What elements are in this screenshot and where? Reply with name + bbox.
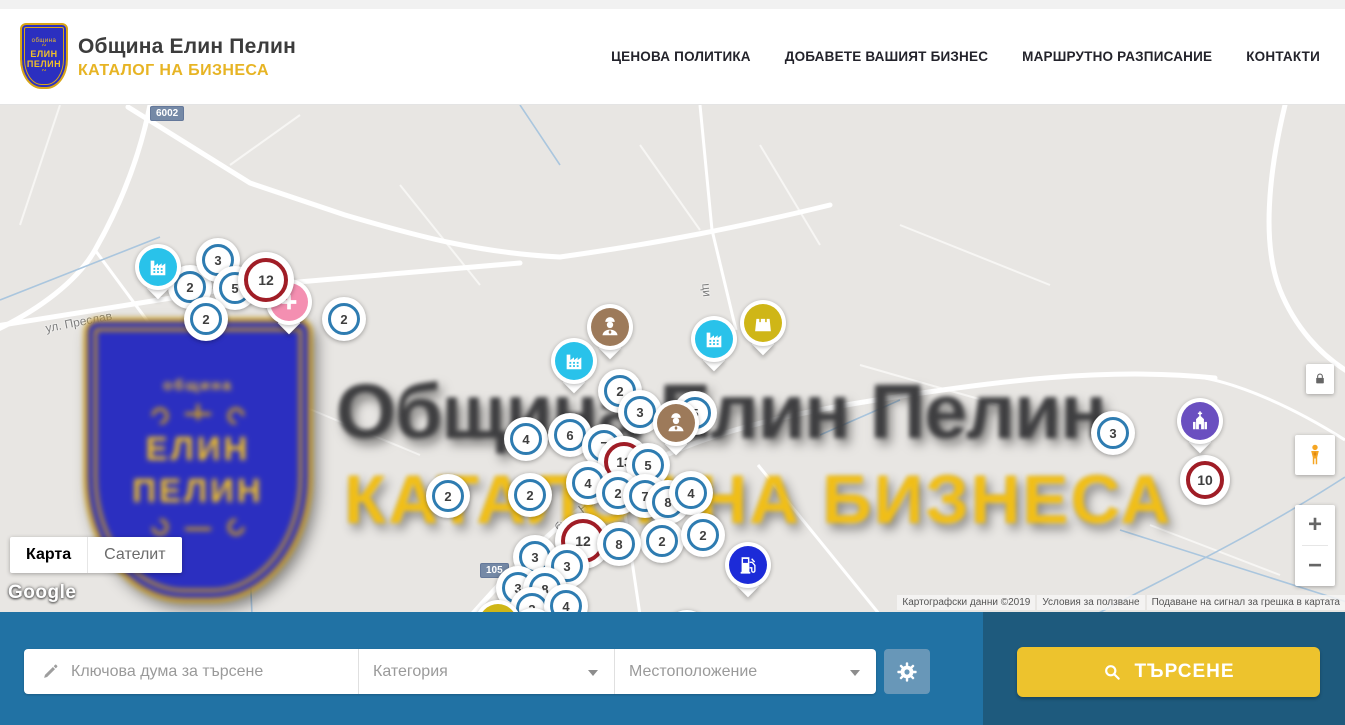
cluster-marker[interactable]: 2	[681, 513, 725, 557]
gear-icon	[896, 661, 918, 683]
bag-icon	[744, 304, 782, 342]
street-view-pegman-button[interactable]	[1295, 435, 1335, 475]
map-type-satellite-button[interactable]: Сателит	[88, 537, 181, 573]
bag-pin-marker[interactable]	[740, 300, 786, 346]
attribution-copyright: Картографски данни ©2019	[897, 595, 1035, 610]
cluster-count: 2	[432, 480, 464, 512]
cluster-marker[interactable]: 2	[508, 473, 552, 517]
cluster-marker[interactable]: 3	[1091, 411, 1135, 455]
zoom-in-button[interactable]: +	[1295, 505, 1335, 545]
search-submit-button[interactable]: ТЪРСЕНЕ	[1017, 647, 1320, 697]
nav-item-route-schedule[interactable]: МАРШРУТНО РАЗПИСАНИЕ	[1022, 49, 1212, 64]
worker-pin-marker[interactable]	[587, 304, 633, 350]
chevron-down-icon	[588, 670, 598, 676]
cluster-count: 2	[514, 479, 546, 511]
cluster-count: 4	[510, 423, 542, 455]
search-bar: Категория Местоположение	[0, 612, 1345, 725]
church-pin-marker[interactable]	[1177, 398, 1223, 444]
pencil-icon	[42, 663, 59, 680]
cluster-count: 3	[624, 396, 656, 428]
cluster-count: 2	[687, 519, 719, 551]
worker-icon	[591, 308, 629, 346]
advanced-search-gear-button[interactable]	[884, 649, 930, 694]
location-select-label: Местоположение	[629, 663, 757, 681]
cluster-count: 2	[646, 525, 678, 557]
map-markers: 235122223546713522427842212833383425310	[0, 105, 1345, 612]
search-button-label: ТЪРСЕНЕ	[1134, 661, 1234, 683]
cluster-count: 4	[550, 590, 582, 612]
factory-pin-marker[interactable]	[135, 244, 181, 290]
brand-block: Община Елин Пелин КАТАЛОГ НА БИЗНЕСА	[78, 35, 296, 80]
elin-pelin-emblem: община ∾ ЕЛИН ПЕЛИН ∾	[20, 23, 68, 89]
cluster-marker[interactable]: 2	[184, 297, 228, 341]
search-box: Категория Местоположение	[24, 649, 876, 694]
cluster-marker[interactable]: 8	[597, 522, 641, 566]
factory-pin-marker[interactable]	[691, 316, 737, 362]
fuel-icon	[729, 546, 767, 584]
cluster-count: 3	[1097, 417, 1129, 449]
location-select[interactable]: Местоположение	[614, 649, 876, 694]
fullscreen-lock-button[interactable]	[1306, 364, 1334, 394]
worker-icon	[657, 404, 695, 442]
nav-item-contacts[interactable]: КОНТАКТИ	[1246, 49, 1320, 64]
map-type-map-button[interactable]: Карта	[10, 537, 88, 573]
nav-item-pricing[interactable]: ЦЕНОВА ПОЛИТИКА	[611, 49, 751, 64]
fuel-pin-marker[interactable]	[725, 542, 771, 588]
chevron-down-icon	[850, 670, 860, 676]
cluster-marker[interactable]: 5	[665, 610, 709, 612]
pegman-icon	[1303, 443, 1327, 467]
nav-item-add-business[interactable]: ДОБАВЕТЕ ВАШИЯТ БИЗНЕС	[785, 49, 988, 64]
cluster-marker[interactable]: 4	[669, 471, 713, 515]
google-logo[interactable]: Google	[8, 582, 76, 604]
cluster-count: 2	[328, 303, 360, 335]
cluster-marker[interactable]: 4	[504, 417, 548, 461]
emblem-ornament: ∾	[22, 69, 66, 74]
category-select[interactable]: Категория	[358, 649, 614, 694]
main-nav: ЦЕНОВА ПОЛИТИКА ДОБАВЕТЕ ВАШИЯТ БИЗНЕС М…	[611, 9, 1320, 104]
cluster-marker[interactable]: 2	[426, 474, 470, 518]
factory-icon	[695, 320, 733, 358]
keyword-search-input[interactable]	[71, 663, 358, 681]
top-strip	[0, 0, 1345, 9]
worker-pin-marker[interactable]	[653, 400, 699, 446]
factory-icon	[139, 248, 177, 286]
map-attribution: Картографски данни ©2019 Условия за полз…	[897, 595, 1345, 610]
site-header: община ∾ ЕЛИН ПЕЛИН ∾ Община Елин Пелин …	[0, 9, 1345, 105]
cluster-count: 2	[190, 303, 222, 335]
site-logo[interactable]: община ∾ ЕЛИН ПЕЛИН ∾	[20, 23, 68, 89]
cluster-count: 10	[1186, 461, 1224, 499]
emblem-name-1: ЕЛИН	[22, 49, 66, 59]
cluster-marker[interactable]: 12	[238, 252, 294, 308]
bag-pin-marker[interactable]	[475, 600, 521, 612]
zoom-out-button[interactable]: −	[1295, 546, 1335, 586]
site-title: Община Елин Пелин	[78, 35, 296, 59]
church-icon	[1181, 402, 1219, 440]
search-icon	[1102, 662, 1122, 682]
cluster-count: 4	[675, 477, 707, 509]
cluster-marker[interactable]: 10	[1180, 455, 1230, 505]
cluster-marker[interactable]: 2	[640, 519, 684, 563]
cluster-count: 12	[244, 258, 288, 302]
map-type-toggle: Карта Сателит	[10, 537, 182, 573]
zoom-control: + −	[1295, 505, 1335, 586]
cluster-count: 8	[603, 528, 635, 560]
site-subtitle: КАТАЛОГ НА БИЗНЕСА	[78, 62, 296, 80]
lock-icon	[1313, 372, 1327, 386]
google-map[interactable]: община ЕЛИН ПЕЛИН Община Елин Пелин КАТА…	[0, 105, 1345, 612]
category-select-label: Категория	[373, 663, 448, 681]
cluster-marker[interactable]: 2	[322, 297, 366, 341]
terms-link[interactable]: Условия за ползване	[1037, 595, 1144, 610]
report-error-link[interactable]: Подаване на сигнал за грешка в картата	[1147, 595, 1345, 610]
